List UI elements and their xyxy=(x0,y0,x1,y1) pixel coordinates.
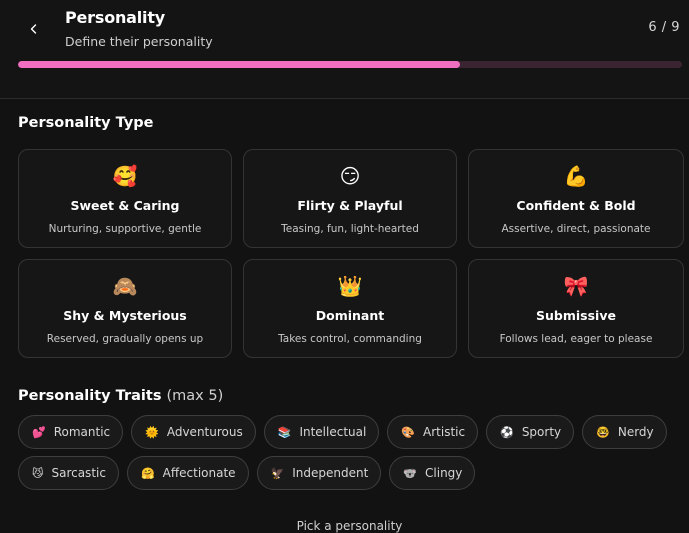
trait-chip-sarcastic[interactable]: 😼 Sarcastic xyxy=(18,456,119,490)
trait-chip-label: Independent xyxy=(292,466,369,480)
trait-chip-label: Sporty xyxy=(521,425,562,439)
type-card-dominant[interactable]: 👑 Dominant Takes control, commanding xyxy=(243,259,457,358)
type-card-shy-mysterious[interactable]: 🙈 Shy & Mysterious Reserved, gradually o… xyxy=(18,259,232,358)
step-counter: 6 / 9 xyxy=(648,20,680,35)
progress-bar-fill xyxy=(18,61,461,68)
trait-chip-list: 💕 Romantic 🌞 Adventurous 📚 Intellectual … xyxy=(18,415,678,497)
type-card-confident-bold[interactable]: 💪 Confident & Bold Assertive, direct, pa… xyxy=(468,149,684,248)
page-subtitle: Define their personality xyxy=(65,34,213,49)
page-title: Personality xyxy=(65,8,166,27)
smiling-face-with-hearts-icon: 🥰 xyxy=(112,164,138,188)
trait-chip-label: Adventurous xyxy=(166,425,243,439)
trait-chip-label: Nerdy xyxy=(617,425,654,439)
header: Personality Define their personality 6 /… xyxy=(0,0,689,98)
type-card-sweet-caring[interactable]: 🥰 Sweet & Caring Nurturing, supportive, … xyxy=(18,149,232,248)
trait-chip-clingy[interactable]: 🐨 Clingy xyxy=(389,456,476,490)
trait-chip-romantic[interactable]: 💕 Romantic xyxy=(18,415,124,449)
hugging-face-icon: 🤗 xyxy=(140,466,155,480)
type-card-flirty-playful[interactable]: 😏 Flirty & Playful Teasing, fun, light-h… xyxy=(243,149,457,248)
koala-icon: 🐨 xyxy=(403,466,418,480)
personality-type-heading: Personality Type xyxy=(18,115,154,131)
type-card-desc: Nurturing, supportive, gentle xyxy=(48,223,202,235)
type-card-desc: Assertive, direct, passionate xyxy=(501,223,651,235)
personality-traits-heading: Personality Traits (max 5) xyxy=(18,388,223,404)
type-card-submissive[interactable]: 🎀 Submissive Follows lead, eager to plea… xyxy=(468,259,684,358)
eagle-icon: 🦅 xyxy=(270,466,285,480)
heart-icon: 💕 xyxy=(32,425,46,439)
type-card-name: Flirty & Playful xyxy=(297,198,403,213)
type-card-name: Sweet & Caring xyxy=(70,198,180,213)
header-divider xyxy=(0,98,689,99)
trait-row: 💕 Romantic 🌞 Adventurous 📚 Intellectual … xyxy=(18,415,678,449)
trait-chip-intellectual[interactable]: 📚 Intellectual xyxy=(263,415,380,449)
trait-chip-label: Affectionate xyxy=(162,466,236,480)
trait-chip-artistic[interactable]: 🎨 Artistic xyxy=(387,415,479,449)
trait-chip-independent[interactable]: 🦅 Independent xyxy=(256,456,382,490)
type-card-desc: Follows lead, eager to please xyxy=(499,333,653,345)
personality-traits-title: Personality Traits xyxy=(18,388,162,404)
personality-type-grid: 🥰 Sweet & Caring Nurturing, supportive, … xyxy=(18,149,684,358)
progress-bar xyxy=(18,61,682,68)
smirk-cat-icon: 😼 xyxy=(32,466,44,480)
trait-row: 😼 Sarcastic 🤗 Affectionate 🦅 Independent… xyxy=(18,456,678,490)
crown-icon: 👑 xyxy=(337,274,363,298)
type-card-name: Shy & Mysterious xyxy=(63,308,187,323)
smirk-face-icon: 😏 xyxy=(339,164,361,188)
type-card-desc: Teasing, fun, light-hearted xyxy=(281,223,419,235)
trait-chip-label: Intellectual xyxy=(299,425,367,439)
type-card-desc: Takes control, commanding xyxy=(278,333,422,345)
trait-chip-nerdy[interactable]: 🤓 Nerdy xyxy=(582,415,667,449)
trait-chip-label: Clingy xyxy=(425,466,463,480)
books-icon: 📚 xyxy=(277,425,292,439)
trait-chip-affectionate[interactable]: 🤗 Affectionate xyxy=(126,456,249,490)
flexed-biceps-icon: 💪 xyxy=(563,164,589,188)
ball-icon: ⚽ xyxy=(500,425,514,439)
trait-chip-label: Artistic xyxy=(423,425,466,439)
ribbon-icon: 🎀 xyxy=(563,274,589,298)
trait-chip-adventurous[interactable]: 🌞 Adventurous xyxy=(131,415,256,449)
trait-chip-label: Sarcastic xyxy=(51,466,106,480)
back-button[interactable] xyxy=(24,16,44,42)
chevron-left-icon xyxy=(30,24,37,34)
type-card-name: Confident & Bold xyxy=(516,198,636,213)
sun-icon: 🌞 xyxy=(145,425,159,439)
type-card-name: Submissive xyxy=(536,308,616,323)
type-card-desc: Reserved, gradually opens up xyxy=(46,333,204,345)
personality-traits-limit: (max 5) xyxy=(166,388,224,404)
nerd-face-icon: 🤓 xyxy=(596,425,610,439)
palette-icon: 🎨 xyxy=(401,425,416,439)
footer-hint: Pick a personality xyxy=(296,519,403,533)
see-no-evil-monkey-icon: 🙈 xyxy=(112,274,138,298)
type-card-name: Dominant xyxy=(315,308,385,323)
trait-chip-sporty[interactable]: ⚽ Sporty xyxy=(486,415,575,449)
trait-chip-label: Romantic xyxy=(53,425,111,439)
